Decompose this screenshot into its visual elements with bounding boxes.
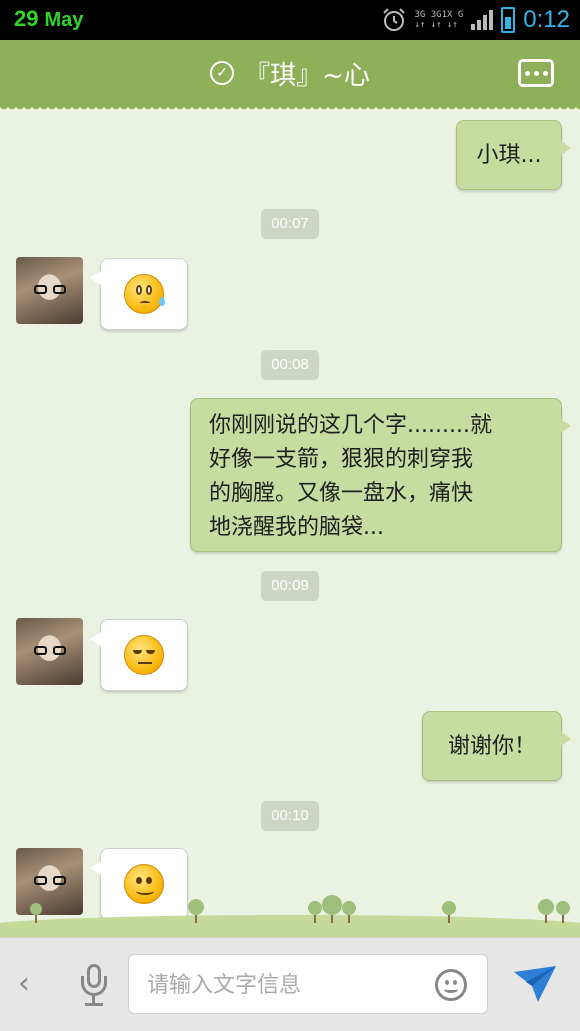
- more-dots-icon: [524, 70, 530, 76]
- unamused-emoji-icon: [124, 635, 164, 675]
- timestamp: 00:08: [261, 350, 319, 380]
- sweat-emoji-icon: [124, 274, 165, 314]
- network-activity: ↓↑ ↓↑ ↓↑: [414, 20, 458, 30]
- timestamp: 00:07: [261, 209, 319, 239]
- message-input[interactable]: [147, 965, 427, 1005]
- title-bar: ✓ 『琪』~心: [0, 40, 580, 113]
- smiley-icon[interactable]: [435, 969, 467, 1001]
- status-icons: 3G 3G1X G ↓↑ ↓↑ ↓↑ 0:12: [381, 4, 570, 36]
- signal-icon: [471, 10, 494, 30]
- message-line: 你刚刚说的这几个字.........就: [209, 413, 492, 438]
- status-time: 0:12: [523, 6, 570, 33]
- network-types: 3G 3G1X G: [414, 10, 464, 20]
- chevron-left-icon[interactable]: ‹: [18, 966, 30, 1001]
- incoming-message[interactable]: [90, 619, 188, 691]
- send-arrow-icon[interactable]: [512, 964, 558, 1004]
- status-day: 29: [14, 6, 39, 31]
- avatar[interactable]: [16, 257, 83, 324]
- timestamp: 00:09: [261, 571, 319, 601]
- chat-area[interactable]: 小琪... 00:07 00:08 你刚刚说的这几个字.........就 好像…: [0, 106, 580, 936]
- input-bar: ‹: [0, 937, 580, 1031]
- outgoing-message[interactable]: 小琪...: [456, 120, 571, 190]
- status-date: 29 May: [14, 6, 83, 32]
- check-circle-icon: ✓: [210, 61, 235, 85]
- network-indicators: 3G 3G1X G ↓↑ ↓↑ ↓↑: [415, 10, 464, 30]
- message-text: 谢谢你！: [447, 734, 536, 759]
- battery-icon: [501, 7, 516, 33]
- outgoing-message[interactable]: 谢谢你！: [422, 711, 571, 781]
- status-month: May: [44, 9, 84, 31]
- chat-title[interactable]: 『琪』~心: [244, 55, 370, 92]
- avatar[interactable]: [16, 618, 83, 685]
- microphone-icon[interactable]: [78, 964, 110, 1008]
- outgoing-message[interactable]: 你刚刚说的这几个字.........就 好像一支箭，狠狠的刺穿我 的胸膛。又像一…: [190, 398, 571, 552]
- timestamp: 00:10: [261, 801, 319, 831]
- landscape-decoration: [0, 893, 580, 937]
- more-button[interactable]: [518, 59, 554, 87]
- message-text: 小琪...: [476, 143, 542, 168]
- message-input-box[interactable]: [128, 954, 488, 1014]
- alarm-icon: [382, 8, 405, 31]
- message-line: 好像一支箭，狠狠的刺穿我: [209, 447, 474, 472]
- status-bar: 29 May 3G 3G1X G ↓↑ ↓↑ ↓↑ 0:12: [0, 0, 580, 40]
- incoming-message[interactable]: [90, 258, 188, 330]
- message-line: 地浇醒我的脑袋...: [209, 515, 384, 540]
- message-line: 的胸膛。又像一盘水，痛快: [209, 481, 474, 506]
